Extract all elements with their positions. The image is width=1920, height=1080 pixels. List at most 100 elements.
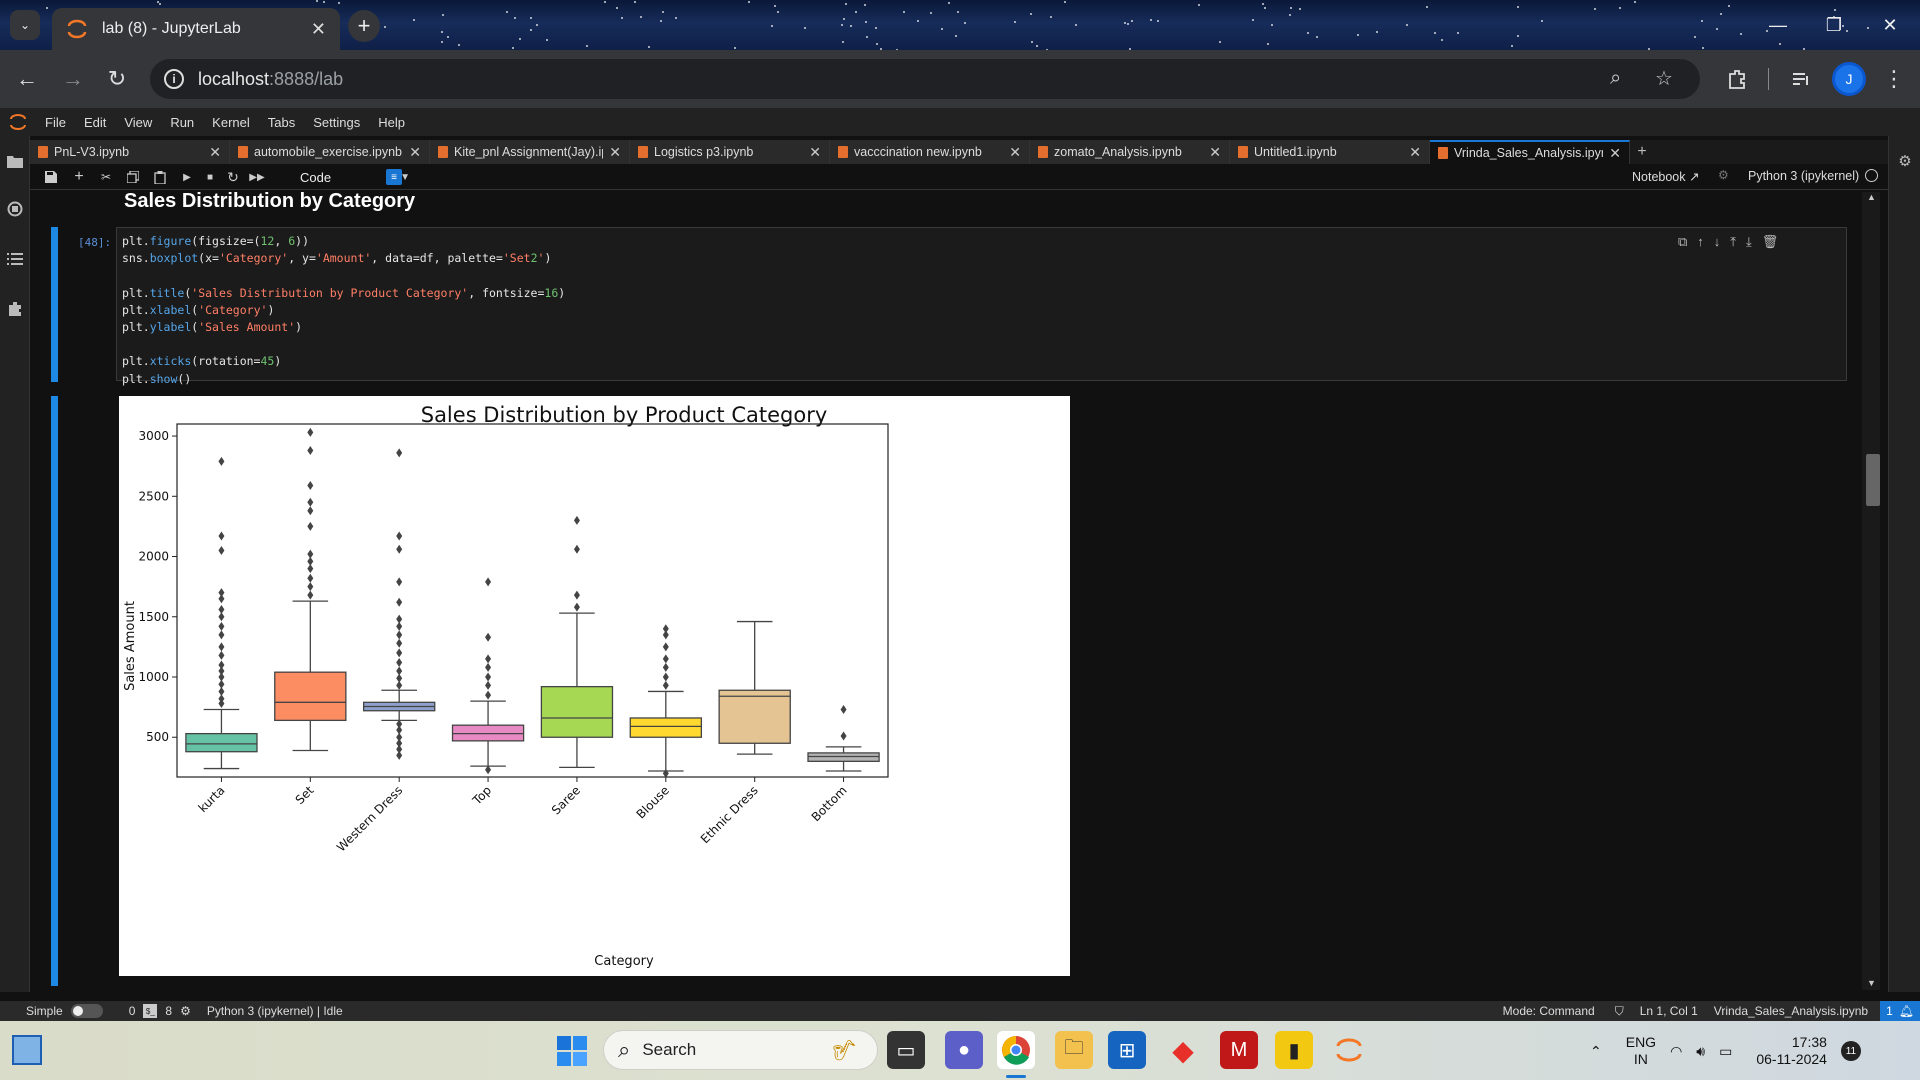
language-indicator[interactable]: ENG IN <box>1626 1034 1656 1068</box>
power-bi-icon[interactable]: ▮ <box>1275 1031 1313 1069</box>
desktop-widget-icon[interactable] <box>12 1035 42 1065</box>
save-icon[interactable] <box>42 168 60 186</box>
extensions-icon[interactable] <box>1720 62 1754 96</box>
close-icon[interactable]: ✕ <box>409 144 421 161</box>
tab-search-button[interactable]: ⌄ <box>10 10 40 40</box>
kernel-gear-icon[interactable]: ⚙ <box>180 1004 191 1018</box>
mcafee-icon[interactable]: M <box>1220 1031 1258 1069</box>
insert-above-icon[interactable]: ⤒ <box>1730 234 1736 252</box>
new-tab-button[interactable]: + <box>348 10 380 42</box>
shield-check-icon[interactable]: ⛉ <box>1615 1004 1624 1019</box>
wifi-icon[interactable]: ◠ <box>1670 1043 1682 1060</box>
site-info-icon[interactable]: i <box>164 69 184 89</box>
doc-tab[interactable]: PnL-V3.ipynb ✕ <box>30 140 230 164</box>
property-inspector-icon[interactable]: ⚙ <box>1896 152 1914 170</box>
paste-icon[interactable] <box>151 168 169 186</box>
menu-kernel[interactable]: Kernel <box>203 115 259 130</box>
cursor-position[interactable]: Ln 1, Col 1 <box>1640 1004 1698 1018</box>
close-icon[interactable]: ✕ <box>809 144 821 161</box>
add-tab-button[interactable]: + <box>1630 140 1654 164</box>
run-icon[interactable]: ▶ <box>178 168 196 186</box>
menu-tabs[interactable]: Tabs <box>259 115 304 130</box>
doc-tab-active[interactable]: Vrinda_Sales_Analysis.ipynb ✕ <box>1430 140 1630 164</box>
jupyter-app-icon[interactable] <box>1330 1031 1368 1069</box>
reload-button[interactable]: ↻ <box>100 62 134 96</box>
kernel-name[interactable]: Python 3 (ipykernel) <box>1748 169 1859 183</box>
notification-count-badge[interactable]: 11 <box>1840 1041 1861 1061</box>
close-icon[interactable]: ✕ <box>1009 144 1021 161</box>
code-editor[interactable]: plt.figure(figsize=(12, 6)) sns.boxplot(x… <box>116 227 1847 386</box>
file-explorer-icon[interactable]: 🗀 <box>1055 1031 1093 1069</box>
menu-help[interactable]: Help <box>369 115 414 130</box>
menu-view[interactable]: View <box>115 115 161 130</box>
close-icon[interactable]: ✕ <box>1209 144 1221 161</box>
browser-menu-icon[interactable]: ⋮ <box>1877 62 1911 96</box>
open-in-notebook-button[interactable]: Notebook ↗ <box>1632 169 1699 184</box>
volume-icon[interactable]: 🔊︎ <box>1696 1043 1705 1060</box>
doc-tab[interactable]: Untitled1.ipynb ✕ <box>1230 140 1430 164</box>
cut-icon[interactable]: ✂ <box>97 168 115 186</box>
restore-button[interactable]: ❐ <box>1806 0 1862 50</box>
close-icon[interactable]: ✕ <box>209 144 221 161</box>
menu-settings[interactable]: Settings <box>304 115 369 130</box>
doc-tab[interactable]: automobile_exercise.ipynb ✕ <box>230 140 430 164</box>
restart-icon[interactable]: ↻ <box>224 168 242 186</box>
teams-icon[interactable]: ● <box>945 1031 983 1069</box>
close-window-button[interactable]: ✕ <box>1862 0 1918 50</box>
run-all-icon[interactable]: ▶▶ <box>248 168 266 186</box>
menu-run[interactable]: Run <box>161 115 203 130</box>
close-icon[interactable]: ✕ <box>609 144 621 161</box>
running-kernels-icon[interactable] <box>6 200 24 218</box>
close-icon[interactable]: ✕ <box>1409 144 1421 161</box>
simple-mode-toggle[interactable] <box>70 1004 103 1018</box>
notebook-scrollbar[interactable]: ▲ ▼ <box>1862 192 1880 990</box>
browser-tab-active[interactable]: lab (8) - JupyterLab ✕ <box>52 8 340 50</box>
copy-icon[interactable] <box>124 168 142 186</box>
anydesk-icon[interactable]: ◆ <box>1164 1031 1202 1069</box>
taskbar-search[interactable]: ⌕ Search 🎷︎ <box>603 1030 878 1070</box>
move-down-icon[interactable]: ↓ <box>1714 234 1721 252</box>
delete-cell-icon[interactable]: 🗑 <box>1762 234 1779 252</box>
insert-below-icon[interactable]: ⤓ <box>1746 234 1752 252</box>
notification-button[interactable]: 1 🔔︎ <box>1880 1001 1920 1021</box>
clock[interactable]: 17:38 06-11-2024 <box>1756 1034 1827 1068</box>
chevron-up-icon[interactable]: ⌃ <box>1590 1043 1602 1060</box>
extension-manager-icon[interactable] <box>6 300 24 318</box>
cell-collapser[interactable] <box>51 227 58 382</box>
kernel-settings-icon[interactable]: ⚙ <box>1718 168 1729 182</box>
chrome-icon[interactable] <box>997 1031 1035 1069</box>
doc-tab[interactable]: Logistics p3.ipynb ✕ <box>630 140 830 164</box>
kernel-status[interactable]: Python 3 (ipykernel) | Idle <box>207 1004 343 1018</box>
table-of-contents-icon[interactable] <box>6 250 24 268</box>
move-up-icon[interactable]: ↑ <box>1697 234 1704 252</box>
media-control-icon[interactable] <box>1784 62 1818 96</box>
store-icon[interactable]: ⊞ <box>1108 1031 1146 1069</box>
stop-icon[interactable]: ■ <box>201 168 219 186</box>
doc-tab[interactable]: vacccination new.ipynb ✕ <box>830 140 1030 164</box>
windows-start-icon[interactable] <box>556 1035 588 1072</box>
back-button[interactable]: ← <box>10 62 44 96</box>
doc-tab[interactable]: zomato_Analysis.ipynb ✕ <box>1030 140 1230 164</box>
scroll-down-icon[interactable]: ▼ <box>1867 978 1876 988</box>
battery-icon[interactable]: ▭ <box>1719 1043 1732 1060</box>
output-collapser[interactable] <box>51 396 58 986</box>
box-ethnic-dress <box>718 689 791 744</box>
forward-button[interactable]: → <box>56 62 90 96</box>
task-view-icon[interactable]: ▭ <box>887 1031 925 1069</box>
doc-tab[interactable]: Kite_pnl Assignment(Jay).ipynb ✕ <box>430 140 630 164</box>
code-formatter-icon[interactable]: ≡ <box>386 169 402 185</box>
profile-avatar[interactable]: J <box>1832 62 1866 96</box>
file-browser-icon[interactable] <box>6 152 24 170</box>
scroll-up-icon[interactable]: ▲ <box>1867 192 1876 202</box>
close-tab-icon[interactable]: ✕ <box>311 19 326 40</box>
address-bar[interactable]: i localhost:8888/lab ⌕ ☆ <box>150 59 1700 99</box>
scrollbar-thumb[interactable] <box>1866 454 1880 506</box>
duplicate-cell-icon[interactable]: ⧉ <box>1678 234 1687 252</box>
menu-edit[interactable]: Edit <box>75 115 115 130</box>
insert-cell-icon[interactable]: + <box>70 168 88 186</box>
close-icon[interactable]: ✕ <box>1609 145 1621 162</box>
minimize-button[interactable]: — <box>1750 0 1806 50</box>
bookmark-star-icon[interactable]: ☆ <box>1655 66 1673 91</box>
menu-file[interactable]: File <box>36 115 75 130</box>
zoom-icon[interactable]: ⌕ <box>1610 67 1621 90</box>
